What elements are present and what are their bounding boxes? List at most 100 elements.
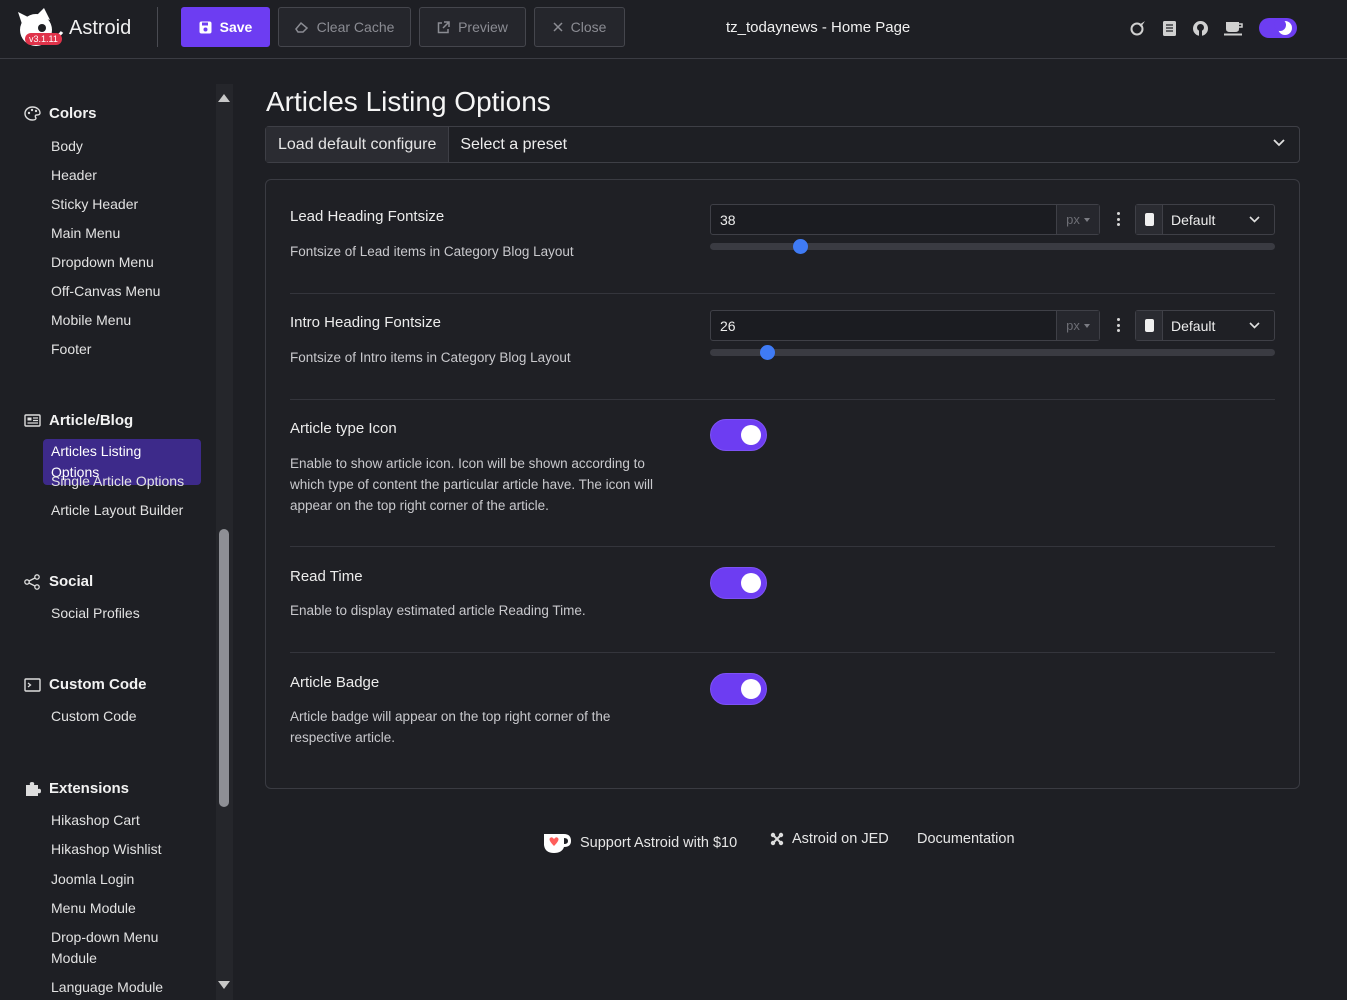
- article-type-icon-description-line: Enable to show article icon. Icon will b…: [290, 456, 645, 471]
- article-badge-toggle[interactable]: [710, 673, 767, 705]
- palette-icon: [24, 106, 41, 121]
- sidebar-group-custom-code-label: Custom Code: [49, 676, 147, 693]
- documentation-label: Documentation: [917, 831, 1015, 847]
- eraser-icon: [294, 21, 308, 33]
- load-default-configure-button[interactable]: Load default configure: [266, 127, 450, 162]
- page-title: Articles Listing Options: [266, 86, 551, 117]
- sidebar-item-dropdown-menu-module[interactable]: Drop-down Menu Module: [51, 927, 181, 969]
- mobile-device-icon: [1136, 205, 1163, 234]
- sidebar-item-mobile-menu[interactable]: Mobile Menu: [51, 310, 131, 331]
- clear-cache-button[interactable]: Clear Cache: [278, 7, 411, 47]
- scroll-down-arrow-icon[interactable]: [218, 981, 230, 989]
- support-astroid-link[interactable]: Support Astroid with $10: [542, 831, 737, 855]
- intro-heading-device-select[interactable]: Default: [1135, 310, 1275, 341]
- intro-heading-fontsize-description: Fontsize of Intro items in Category Blog…: [290, 350, 571, 365]
- sidebar-item-language-module[interactable]: Language Module: [51, 977, 163, 998]
- article-badge-description: Article badge will appear on the top rig…: [290, 706, 680, 748]
- clear-cache-label: Clear Cache: [316, 19, 395, 35]
- moon-icon: [1274, 19, 1292, 35]
- sidebar-item-hikashop-wishlist[interactable]: Hikashop Wishlist: [51, 839, 161, 860]
- close-label: Close: [570, 19, 607, 35]
- sidebar-group-article-blog: Article/Blog: [24, 412, 133, 429]
- toggle-knob: [741, 679, 761, 699]
- intro-heading-fontsize-slider[interactable]: [710, 345, 1275, 360]
- article-type-icon-description-line: which type of content the particular art…: [290, 477, 653, 492]
- lead-heading-device-select[interactable]: Default: [1135, 204, 1275, 235]
- sidebar-item-menu-module[interactable]: Menu Module: [51, 898, 136, 919]
- sidebar-item-off-canvas-menu[interactable]: Off-Canvas Menu: [51, 281, 160, 302]
- kofi-cup-icon: [544, 834, 571, 853]
- sidebar-item-custom-code[interactable]: Custom Code: [51, 706, 137, 727]
- documentation-link[interactable]: Documentation: [917, 831, 1015, 847]
- chevron-down-icon: [1249, 322, 1260, 329]
- top-bar: v3.1.11 Astroid Save Clear Cache Preview…: [0, 0, 1347, 59]
- sidebar-group-custom-code: Custom Code: [24, 676, 147, 693]
- intro-heading-more-icon[interactable]: [1115, 318, 1121, 332]
- support-astroid-label: Support Astroid with $10: [580, 835, 738, 851]
- sidebar-group-colors: Colors: [24, 105, 97, 122]
- close-icon: [553, 22, 563, 32]
- sidebar-item-dropdown-menu[interactable]: Dropdown Menu: [51, 252, 154, 273]
- lead-heading-fontsize-input[interactable]: 38 px: [710, 204, 1100, 235]
- lead-heading-device-label: Default: [1171, 211, 1216, 228]
- intro-heading-fontsize-input[interactable]: 26 px: [710, 310, 1100, 341]
- coffee-icon[interactable]: [1223, 19, 1245, 37]
- sidebar-group-extensions: Extensions: [24, 780, 129, 797]
- github-icon[interactable]: [1190, 19, 1210, 37]
- article-type-icon-description-line: appear on the top right corner of the ar…: [290, 498, 549, 513]
- save-button[interactable]: Save: [181, 7, 270, 47]
- site-page-title: tz_todaynews - Home Page: [726, 19, 911, 36]
- lead-heading-unit-select[interactable]: px: [1056, 205, 1099, 234]
- theme-toggle[interactable]: [1259, 18, 1297, 38]
- app-name: Astroid: [69, 17, 132, 39]
- sidebar-item-joomla-login[interactable]: Joomla Login: [51, 869, 134, 890]
- sidebar-item-article-layout-builder[interactable]: Article Layout Builder: [51, 500, 183, 521]
- terminal-icon: [24, 677, 41, 692]
- sidebar-group-social-label: Social: [49, 573, 94, 590]
- rocket-icon[interactable]: [1128, 19, 1148, 37]
- preview-button[interactable]: Preview: [419, 7, 526, 47]
- external-link-icon: [437, 20, 450, 33]
- read-time-title: Read Time: [290, 568, 363, 585]
- read-time-toggle[interactable]: [710, 567, 767, 599]
- book-icon[interactable]: [1159, 19, 1179, 37]
- lead-heading-fontsize-slider[interactable]: [710, 239, 1275, 254]
- sidebar-item-social-profiles[interactable]: Social Profiles: [51, 603, 140, 624]
- scroll-up-arrow-icon[interactable]: [218, 94, 230, 102]
- intro-heading-fontsize-value: 26: [720, 317, 736, 334]
- sidebar-item-hikashop-cart[interactable]: Hikashop Cart: [51, 810, 140, 831]
- puzzle-icon: [26, 782, 41, 796]
- sidebar-item-main-menu[interactable]: Main Menu: [51, 223, 120, 244]
- preset-select[interactable]: Select a preset: [449, 136, 1299, 154]
- article-type-icon-toggle[interactable]: [710, 419, 767, 451]
- sidebar-item-sticky-header[interactable]: Sticky Header: [51, 194, 138, 215]
- caret-down-icon: [1083, 323, 1090, 328]
- lead-heading-unit-label: px: [1066, 212, 1080, 227]
- article-badge-description-line: Article badge will appear on the top rig…: [290, 709, 611, 724]
- option-divider: [290, 652, 1275, 653]
- lead-heading-more-icon[interactable]: [1115, 212, 1121, 226]
- sidebar-item-body[interactable]: Body: [51, 136, 83, 157]
- chevron-down-icon: [1249, 216, 1260, 223]
- mobile-device-icon: [1136, 311, 1163, 340]
- intro-heading-unit-select[interactable]: px: [1056, 311, 1099, 340]
- sidebar-group-social: Social: [24, 573, 93, 590]
- save-button-label: Save: [219, 19, 253, 35]
- joomla-icon: [770, 832, 784, 846]
- option-divider: [290, 399, 1275, 400]
- close-button[interactable]: Close: [534, 7, 625, 47]
- sidebar-item-header[interactable]: Header: [51, 165, 97, 186]
- intro-heading-device-label: Default: [1171, 317, 1216, 334]
- astroid-on-jed-link[interactable]: Astroid on JED: [770, 831, 889, 847]
- intro-heading-fontsize-title: Intro Heading Fontsize: [290, 314, 441, 331]
- chevron-down-icon: [1273, 139, 1285, 147]
- sidebar-item-single-article-options[interactable]: Single Article Options: [51, 471, 184, 492]
- sidebar: Colors Body Header Sticky Header Main Me…: [0, 84, 214, 1000]
- sidebar-item-footer[interactable]: Footer: [51, 339, 91, 360]
- sidebar-scroll-thumb[interactable]: [219, 529, 229, 807]
- toggle-knob: [741, 573, 761, 593]
- intro-heading-unit-label: px: [1066, 318, 1080, 333]
- intro-heading-slider-thumb[interactable]: [759, 345, 775, 360]
- article-type-icon-description: Enable to show article icon. Icon will b…: [290, 453, 680, 516]
- toggle-knob: [741, 425, 761, 445]
